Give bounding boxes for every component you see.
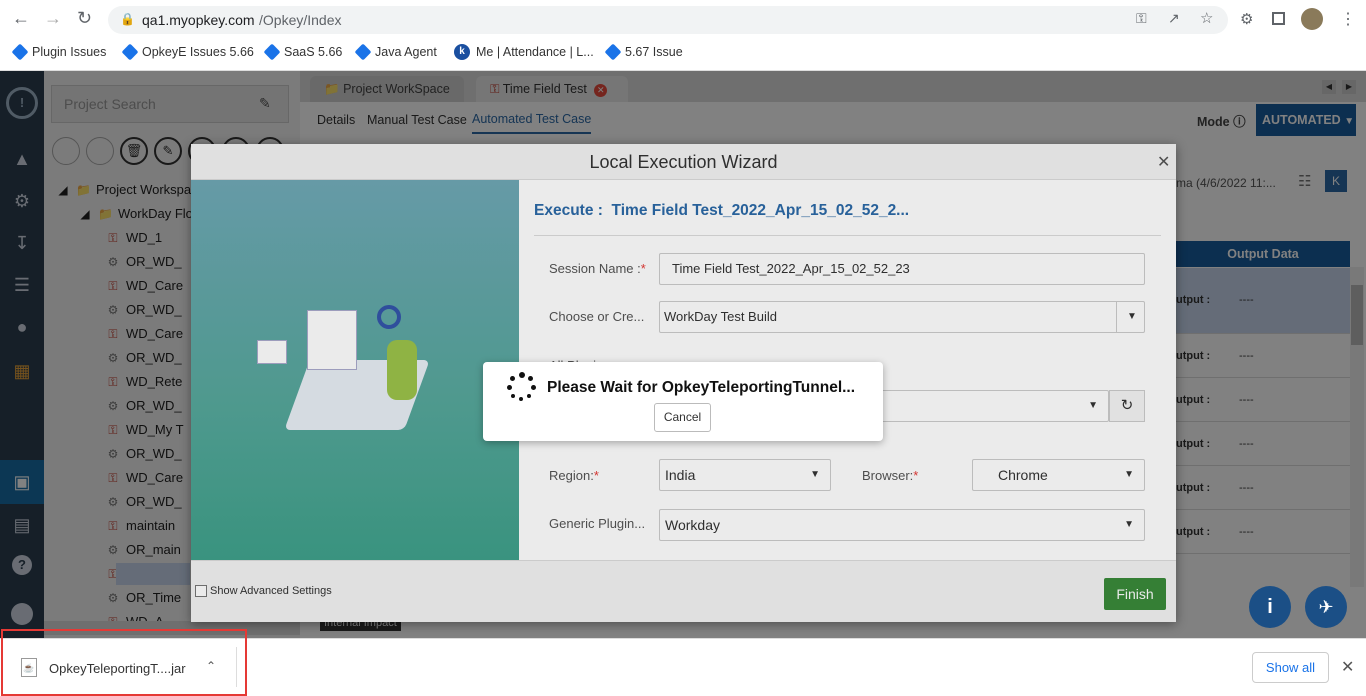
robot-arm-graphic [387,340,417,400]
divider [534,235,1161,236]
execute-label: Execute : [534,202,603,219]
finish-button[interactable]: Finish [1104,578,1166,610]
bookmark-label: Plugin Issues [32,45,107,59]
share-icon[interactable]: ↗ [1168,10,1180,27]
download-file-name[interactable]: OpkeyTeleportingT....jar [49,661,186,676]
advanced-settings-label: Show Advanced Settings [210,585,332,597]
lock-icon: 🔒 [120,12,135,26]
chevron-down-icon: ▼ [1116,302,1144,332]
execute-heading: Execute : Time Field Test_2022_Apr_15_02… [534,202,909,220]
automation-illustration [257,300,437,440]
profile-avatar[interactable] [1301,8,1323,30]
region-value: India [665,467,696,483]
bookmark-icon [354,43,372,61]
spinner-icon [507,372,537,402]
browser-label: Browser:* [862,468,918,483]
bookmark-icon [121,43,139,61]
magnifier-graphic [377,305,401,329]
bookmark-plugin-issues[interactable]: Plugin Issues [11,40,107,64]
chevron-down-icon: ▼ [1124,469,1134,480]
k-logo-icon: k [454,44,470,60]
bookmark-saas[interactable]: SaaS 5.66 [263,40,343,64]
label-text: Region: [549,468,594,483]
plugin-label: Generic Plugin... [549,516,646,531]
reload-icon[interactable]: ↻ [77,8,92,29]
forward-icon[interactable]: → [44,8,62,29]
wizard-illustration [191,180,519,560]
build-value: WorkDay Test Build [664,309,777,324]
bookmark-icon [263,43,281,61]
extensions-icon[interactable]: ⚙ [1240,10,1253,28]
chart-card-graphic [257,340,287,364]
wizard-title: Local Execution Wizard [191,144,1176,180]
plugin-select[interactable]: Workday ▼ [659,509,1145,541]
java-file-icon: ☕ [21,658,37,677]
divider [236,647,237,687]
chevron-up-icon[interactable]: ⌃ [206,659,216,673]
label-text: Session Name : [549,261,641,276]
url-host: qa1.myopkey.com [142,12,255,28]
url-path: /Opkey/Index [259,12,342,28]
execute-value: Time Field Test_2022_Apr_15_02_52_2... [611,202,910,219]
chevron-down-icon: ▼ [1124,519,1134,530]
bookmark-label: SaaS 5.66 [284,45,343,59]
bookmark-label: OpkeyE Issues 5.66 [142,45,254,59]
region-select[interactable]: India ▼ [659,459,831,491]
wait-dialog: Please Wait for OpkeyTeleportingTunnel..… [483,362,883,441]
sidepanel-icon[interactable] [1272,12,1285,25]
info-fab-icon[interactable]: i [1249,586,1291,628]
advanced-settings-checkbox[interactable] [195,585,207,597]
plugin-value: Workday [665,517,720,533]
bookmark-java-agent[interactable]: Java Agent [354,40,437,64]
region-label: Region:* [549,468,599,483]
bookmark-label: Me | Attendance | L... [476,45,594,59]
bookmark-label: 5.67 Issue [625,45,683,59]
bookmark-icon [604,43,622,61]
refresh-icon[interactable]: ↻ [1109,390,1145,422]
bookmark-attendance[interactable]: k Me | Attendance | L... [454,40,594,64]
build-label: Choose or Cre... [549,309,645,324]
star-icon[interactable]: ☆ [1200,9,1213,27]
download-bar: ☕ OpkeyTeleportingT....jar ⌃ Show all ✕ [0,629,1366,696]
browser-select[interactable]: Chrome ▼ [972,459,1145,491]
show-all-button[interactable]: Show all [1252,652,1329,683]
required-mark: * [593,468,599,483]
session-name-input[interactable]: Time Field Test_2022_Apr_15_02_52_23 [659,253,1145,285]
build-select[interactable]: WorkDay Test Build ▼ [659,301,1145,333]
session-name-label: Session Name :* [549,261,646,276]
address-bar[interactable]: 🔒 qa1.myopkey.com /Opkey/Index ⚿ ↗ ☆ [108,6,1228,34]
label-text: Browser: [862,468,914,483]
bookmark-567-issue[interactable]: 5.67 Issue [604,40,683,64]
close-download-bar-icon[interactable]: ✕ [1341,657,1354,677]
bookmark-label: Java Agent [375,45,437,59]
close-icon[interactable]: ✕ [1157,152,1170,172]
chevron-down-icon: ▼ [810,469,820,480]
report-graphic [307,310,357,370]
cancel-button[interactable]: Cancel [654,403,711,432]
required-mark: * [640,261,646,276]
plane-fab-icon[interactable]: ✈ [1305,586,1347,628]
browser-value: Chrome [998,467,1048,483]
bookmark-icon [11,43,29,61]
wizard-footer: Show Advanced Settings Finish [191,560,1176,622]
required-mark: * [913,468,919,483]
back-icon[interactable]: ← [12,8,30,29]
key-icon[interactable]: ⚿ [1136,10,1147,27]
bookmark-opkeye-issues[interactable]: OpkeyE Issues 5.66 [121,40,254,64]
chevron-down-icon: ▼ [1088,400,1098,411]
menu-icon[interactable]: ⋮ [1340,9,1356,29]
wait-message: Please Wait for OpkeyTeleportingTunnel..… [547,379,856,396]
